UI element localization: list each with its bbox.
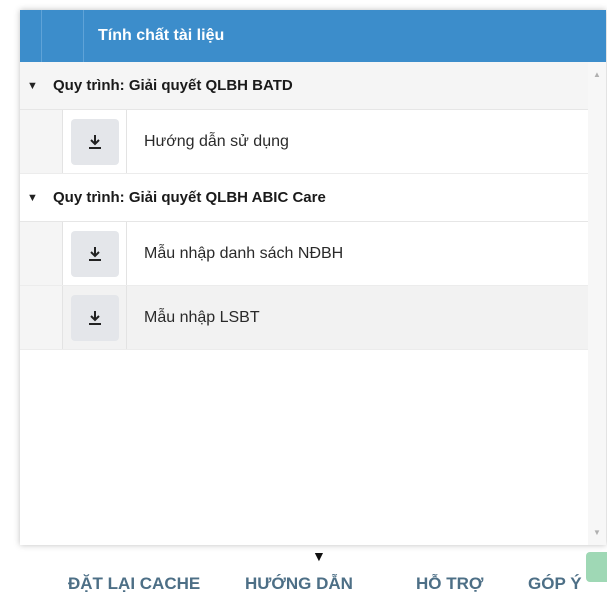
header-document-properties: Tính chất tài liệu xyxy=(98,27,225,44)
row-action-cell xyxy=(63,286,127,349)
reset-cache-link[interactable]: ĐẶT LẠI CACHE xyxy=(68,574,200,594)
support-link[interactable]: HỖ TRỢ xyxy=(416,574,483,594)
download-button[interactable] xyxy=(70,118,119,165)
scroll-down-icon[interactable]: ▼ xyxy=(593,528,601,537)
table-body: ▼ Quy trình: Giải quyết QLBH BATD Hướng … xyxy=(20,62,588,545)
guide-link[interactable]: HƯỚNG DẪN xyxy=(245,574,353,594)
feedback-link[interactable]: GÓP Ý xyxy=(528,574,582,594)
download-button[interactable] xyxy=(70,230,119,277)
download-button[interactable] xyxy=(70,294,119,341)
download-icon xyxy=(88,134,101,149)
group-row[interactable]: ▼ Quy trình: Giải quyết QLBH BATD xyxy=(20,62,588,110)
table-header: Tính chất tài liệu xyxy=(20,10,606,62)
documents-panel: Tính chất tài liệu ▼ Quy trình: Giải quy… xyxy=(20,10,606,545)
table-row: Hướng dẫn sử dụng xyxy=(20,110,588,174)
row-spacer xyxy=(20,222,63,285)
popover-pointer-icon: ▼ xyxy=(312,548,326,564)
download-icon xyxy=(88,310,101,325)
row-spacer xyxy=(20,110,63,173)
group-title: Quy trình: Giải quyết QLBH ABIC Care xyxy=(53,189,326,206)
row-action-cell xyxy=(63,222,127,285)
scroll-up-icon[interactable]: ▲ xyxy=(593,70,601,79)
group-title: Quy trình: Giải quyết QLBH BATD xyxy=(53,77,293,94)
header-cell-empty-2 xyxy=(42,10,84,62)
caret-down-icon[interactable]: ▼ xyxy=(27,80,38,92)
footer-links: ĐẶT LẠI CACHE HƯỚNG DẪN HỖ TRỢ GÓP Ý xyxy=(0,566,607,600)
header-cell-empty-1 xyxy=(20,10,42,62)
document-name: Hướng dẫn sử dụng xyxy=(144,132,289,150)
document-name: Mẫu nhập danh sách NĐBH xyxy=(144,244,344,262)
caret-down-icon[interactable]: ▼ xyxy=(27,192,38,204)
table-row: Mẫu nhập LSBT xyxy=(20,286,588,350)
download-icon xyxy=(88,246,101,261)
document-name: Mẫu nhập LSBT xyxy=(144,308,260,326)
row-action-cell xyxy=(63,110,127,173)
vertical-scrollbar[interactable]: ▲ ▼ xyxy=(588,62,606,545)
table-row: Mẫu nhập danh sách NĐBH xyxy=(20,222,588,286)
group-row[interactable]: ▼ Quy trình: Giải quyết QLBH ABIC Care xyxy=(20,174,588,222)
row-spacer xyxy=(20,286,63,349)
